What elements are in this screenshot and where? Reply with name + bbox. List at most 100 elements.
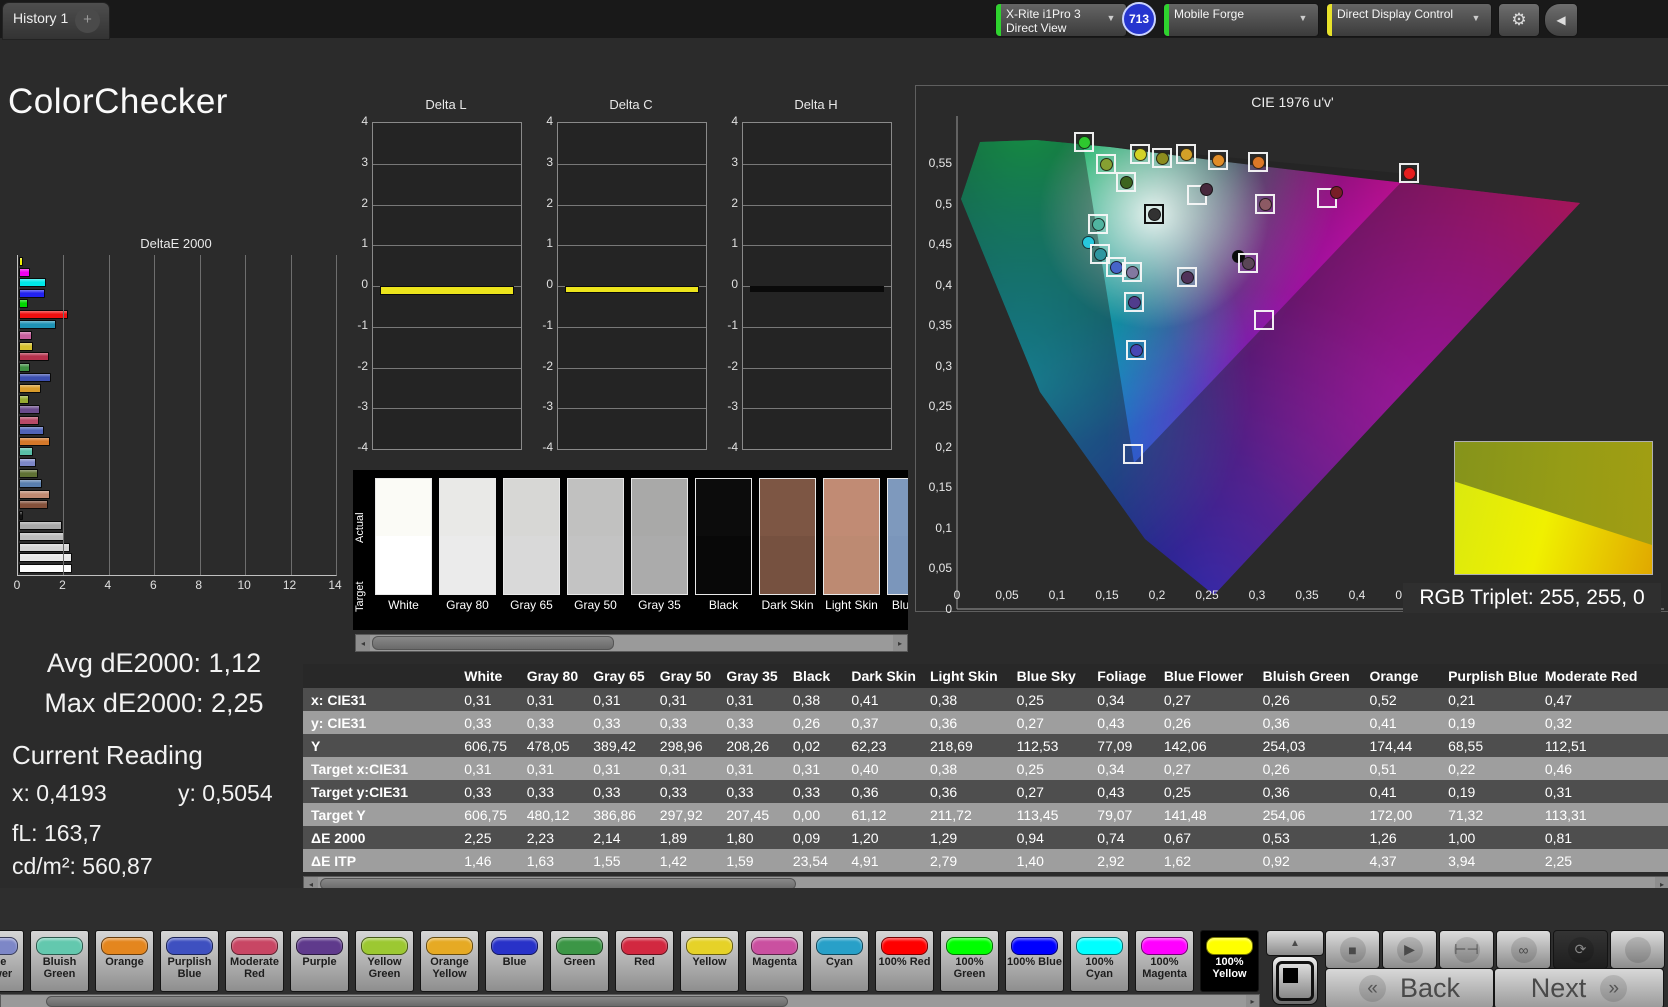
pattern-button-magenta[interactable]: Magenta — [745, 930, 804, 992]
axis-tick-label: 0,3 — [1248, 588, 1266, 602]
table-cell: 1,80 — [718, 826, 785, 849]
pattern-button-yellow[interactable]: Yellow — [680, 930, 739, 992]
swatch-name: White — [388, 598, 419, 612]
swatch-target — [504, 536, 559, 594]
source-dropdown[interactable]: Mobile Forge ▼ — [1163, 3, 1319, 37]
settings-button[interactable]: ⚙ — [1498, 3, 1540, 37]
deltae2000-bar-black — [19, 510, 24, 520]
deltae2000-bar-gray-65 — [19, 542, 70, 552]
table-cell: 0,43 — [1089, 711, 1156, 734]
swatch-strip-scrollbar[interactable]: ◂ ▸ — [355, 634, 908, 652]
deltae2000-bar-orange — [19, 436, 50, 446]
chevron-down-icon[interactable]: ▼ — [1103, 13, 1119, 27]
gridline — [743, 204, 891, 206]
fl-readout: fL: 163,7 — [12, 820, 102, 846]
pattern-button-100-cyan[interactable]: 100% Cyan — [1070, 930, 1129, 992]
delta-chart-title: Delta C — [609, 97, 653, 112]
deltae2000-bar-100-yellow — [19, 257, 23, 266]
table-cell: 0,46 — [1536, 757, 1668, 780]
table-cell: 0,33 — [718, 711, 785, 734]
pattern-button-moderate-red[interactable]: Moderate Red — [225, 930, 284, 992]
table-column-header — [303, 664, 457, 688]
table-cell: 1,46 — [456, 849, 519, 872]
scrollbar-thumb[interactable] — [46, 996, 788, 1007]
swatch-name: Light Skin — [825, 598, 878, 612]
pattern-button-purple[interactable]: Purple — [290, 930, 349, 992]
pattern-button-bluish-green[interactable]: Bluish Green — [30, 930, 89, 992]
pattern-button-red[interactable]: Red — [615, 930, 674, 992]
pattern-list-up-button[interactable]: ▲ — [1266, 930, 1324, 956]
pattern-button-orange-yellow[interactable]: Orange Yellow — [420, 930, 479, 992]
new-tab-button[interactable]: + — [75, 8, 100, 33]
pattern-button-label: Magenta — [752, 956, 797, 968]
scrollbar-thumb[interactable] — [372, 636, 614, 650]
axis-tick-label: 1 — [546, 236, 553, 251]
swatch-blue-sky — [887, 478, 908, 595]
table-cell: 0,41 — [843, 688, 922, 711]
pattern-window-button[interactable] — [1272, 956, 1318, 1005]
table-cell: 1,55 — [585, 849, 652, 872]
table-cell: 1,62 — [1155, 849, 1255, 872]
chevron-down-icon[interactable]: ▼ — [1468, 13, 1484, 27]
swatch-black — [695, 478, 752, 595]
scroll-right-arrow[interactable]: ▸ — [893, 635, 907, 651]
extra-button[interactable] — [1610, 930, 1665, 969]
refresh-button[interactable]: ⟳ — [1553, 930, 1608, 969]
pattern-button-purplish-blue[interactable]: Purplish Blue — [160, 930, 219, 992]
meter-dropdown[interactable]: X-Rite i1Pro 3 Direct View ▼ — [995, 3, 1127, 37]
table-cell: 2,23 — [518, 826, 586, 849]
pattern-button-100-red[interactable]: 100% Red — [875, 930, 934, 992]
app-window: History 1 + X-Rite i1Pro 3 Direct View ▼ … — [0, 0, 1668, 1007]
next-button[interactable]: Next » — [1494, 968, 1664, 1007]
gear-icon: ⚙ — [1511, 10, 1527, 29]
pattern-button-orange[interactable]: Orange — [95, 930, 154, 992]
axis-tick-label: 0,45 — [928, 237, 952, 251]
table-cell: 0,26 — [784, 711, 844, 734]
pattern-button-100-green[interactable]: 100% Green — [940, 930, 999, 992]
cie-measured-point — [1252, 156, 1265, 169]
pattern-button-100-blue[interactable]: 100% Blue — [1005, 930, 1064, 992]
scroll-right-arrow[interactable]: ▸ — [1246, 995, 1259, 1007]
avg-de2000-readout: Avg dE2000: 1,12 — [46, 648, 262, 678]
pattern-button-100-yellow[interactable]: 100% Yellow — [1200, 930, 1259, 992]
back-button[interactable]: « Back — [1325, 968, 1494, 1007]
pattern-row-scrollbar[interactable]: ▸ — [0, 994, 1260, 1007]
tab-history-1[interactable]: History 1 — [13, 10, 68, 26]
table-cell: 0,41 — [1361, 780, 1441, 803]
pattern-button-100-magenta[interactable]: 100% Magenta — [1135, 930, 1194, 992]
pattern-color-swatch — [1206, 937, 1253, 955]
loop-button[interactable]: ∞ — [1496, 930, 1551, 969]
pattern-button-green[interactable]: Green — [550, 930, 609, 992]
axis-tick-label: -3 — [357, 399, 368, 414]
table-cell: 2,25 — [1536, 849, 1668, 872]
table-cell: 0,26 — [1155, 711, 1255, 734]
pattern-button-cyan[interactable]: Cyan — [810, 930, 869, 992]
table-row-label: Y — [303, 734, 457, 757]
delta-chart-delta-c — [557, 122, 707, 450]
table-column-header: Dark Skin — [843, 664, 922, 688]
pattern-color-swatch — [101, 937, 148, 955]
table-column-header: Blue Sky — [1008, 664, 1090, 688]
play-button[interactable]: ▶ — [1382, 930, 1437, 969]
table-row-label: y: CIE31 — [303, 711, 457, 734]
pattern-color-swatch — [1141, 937, 1188, 955]
swatch-target — [376, 536, 431, 594]
current-y-readout: y: 0,5054 — [178, 780, 273, 806]
stop-button[interactable]: ■ — [1325, 930, 1380, 969]
chevron-down-icon[interactable]: ▼ — [1295, 13, 1311, 27]
axis-tick-label: 0 — [546, 277, 553, 291]
frame-step-button[interactable]: ⊢⊣ — [1439, 930, 1494, 969]
back-chevrons-icon: « — [1358, 975, 1386, 1002]
swatch-target — [632, 536, 687, 594]
pattern-button-blue[interactable]: Blue — [485, 930, 544, 992]
pattern-button-blue-flower[interactable]: Blue Flower — [0, 930, 24, 992]
scroll-left-arrow[interactable]: ◂ — [356, 635, 370, 651]
display-control-dropdown[interactable]: Direct Display Control ▼ — [1326, 3, 1492, 37]
pattern-button-label: Cyan — [826, 956, 853, 968]
pattern-button-yellow-green[interactable]: Yellow Green — [355, 930, 414, 992]
gridline — [558, 408, 706, 410]
cie-measured-point — [1212, 154, 1225, 167]
table-cell: 0,53 — [1254, 826, 1362, 849]
collapse-panel-button[interactable]: ◀ — [1544, 3, 1578, 37]
table-cell: 174,44 — [1361, 734, 1441, 757]
